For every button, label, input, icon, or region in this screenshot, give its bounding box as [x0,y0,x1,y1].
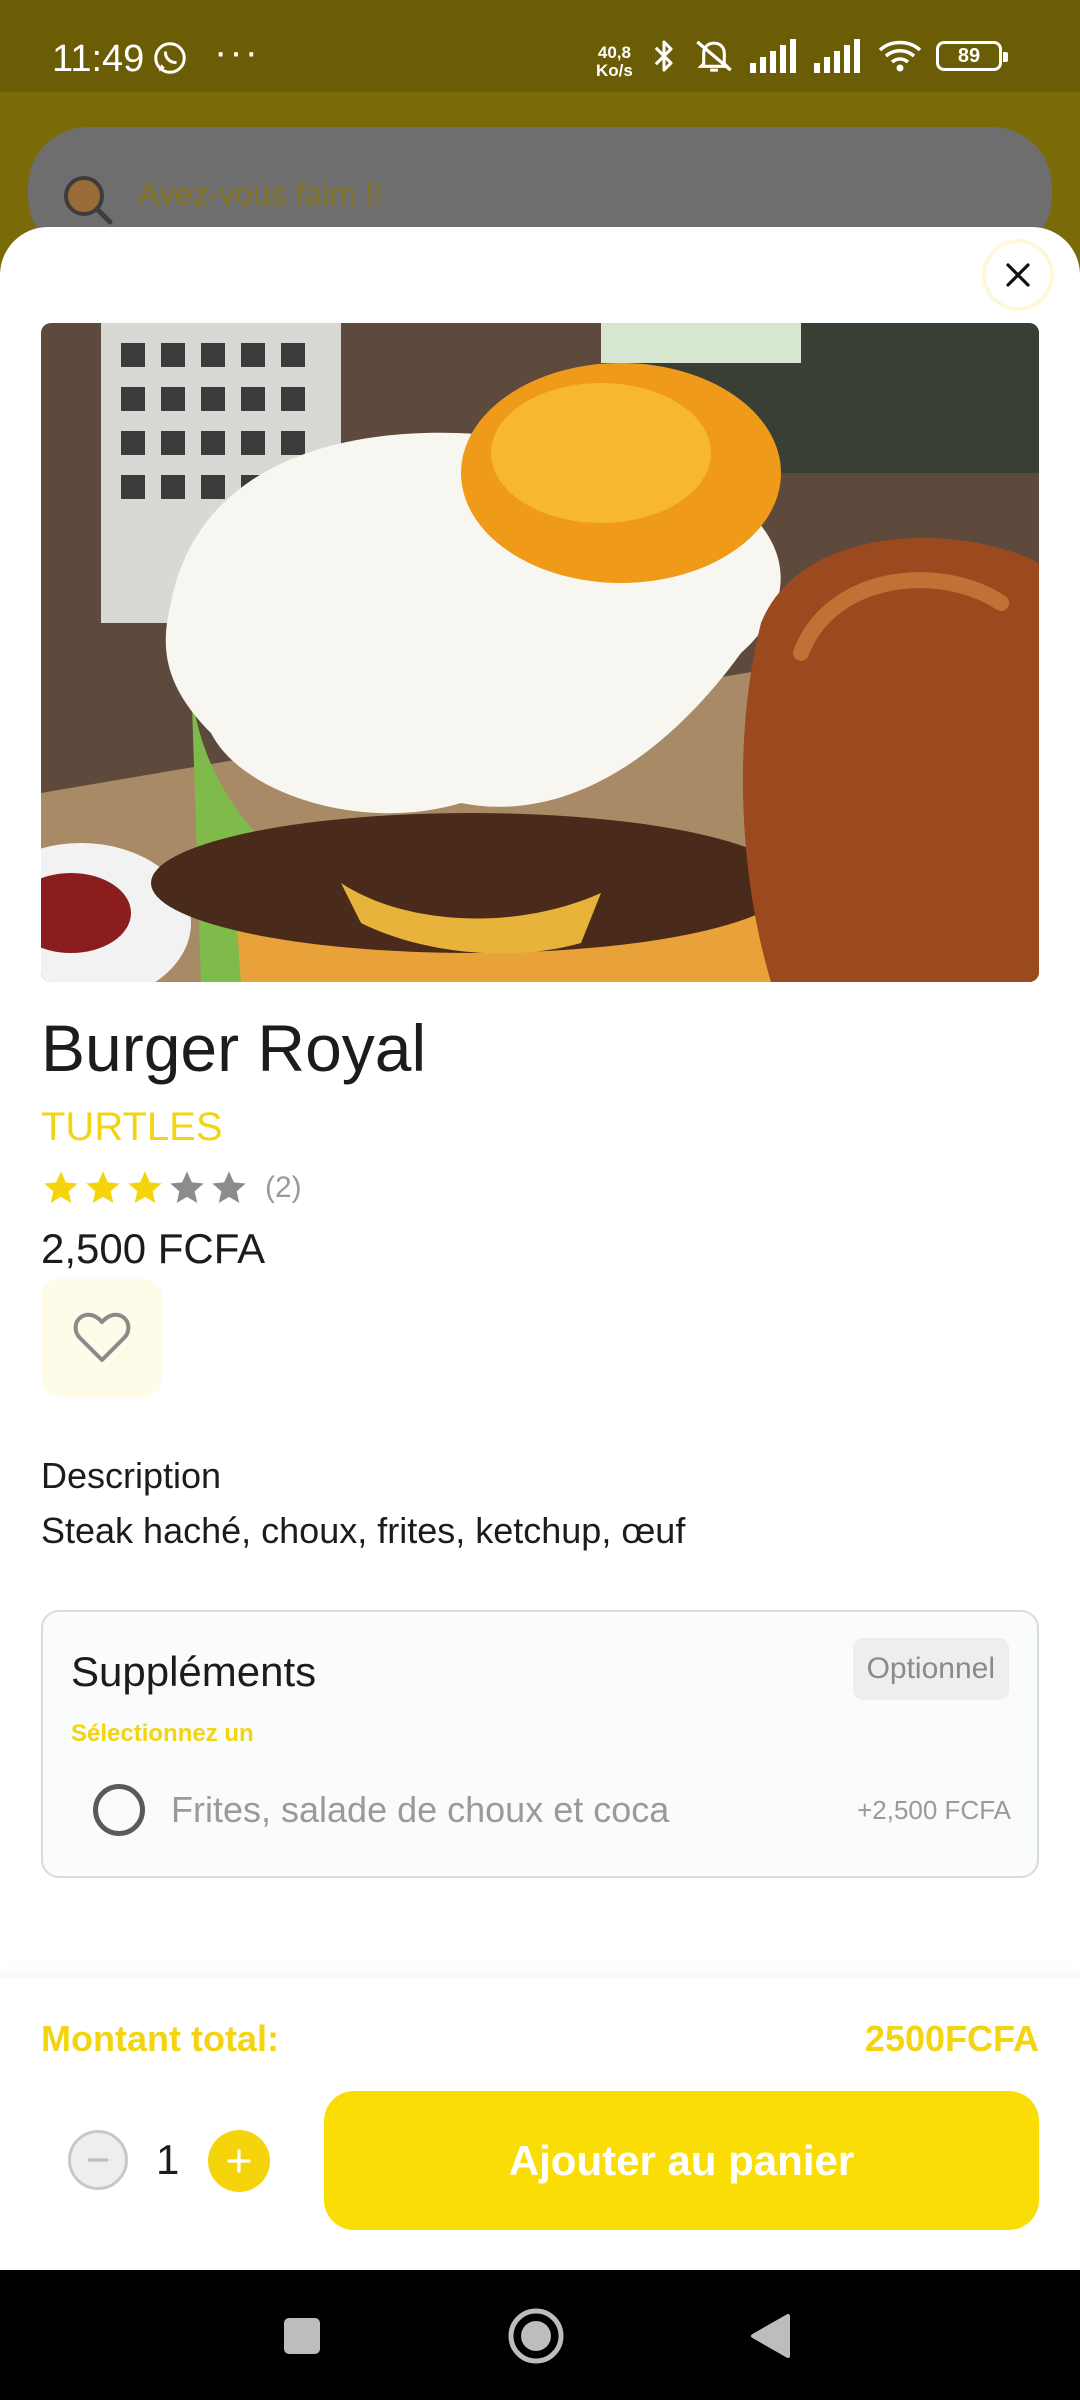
bluetooth-icon [654,40,673,72]
home-circle-icon [508,2308,564,2364]
status-bar: 11:49 ··· 40,8 Ko/s 89 [0,0,1080,92]
minus-icon [87,2158,109,2162]
network-speed-value: 40,8 [597,43,631,62]
cart-footer: Montant total: 2500FCFA 1 Ajouter au pan… [0,1978,1080,2270]
quantity-decrement-button[interactable] [68,2130,128,2190]
total-label: Montant total: [41,2018,279,2059]
back-triangle-icon [751,2314,790,2358]
battery-indicator: 89 [936,41,1008,71]
mute-bell-icon [696,40,732,72]
back-button[interactable] [740,2306,800,2366]
supplement-option[interactable]: Frites, salade de choux et coca +2,500 F… [93,1775,1011,1845]
close-icon [1006,263,1030,287]
restaurant-name[interactable]: TURTLES [41,1105,223,1150]
close-button[interactable] [986,243,1050,307]
search-icon [64,176,113,225]
product-image [41,323,1039,982]
star-icon [86,1171,120,1203]
add-to-cart-button[interactable]: Ajouter au panier [324,2091,1039,2230]
description-title: Description [41,1455,222,1496]
background-search-placeholder: Avez-vous faim !! [138,176,383,212]
star-empty-icon [170,1171,204,1203]
star-icon [128,1171,162,1203]
recents-button[interactable] [272,2306,332,2366]
plus-icon [227,2149,251,2173]
signal-icon-2 [814,39,860,73]
heart-icon [73,1312,130,1362]
supplement-radio[interactable] [93,1784,145,1836]
home-button[interactable] [506,2306,566,2366]
notification-dots: ··· [214,30,260,74]
system-navigation-bar [0,2270,1080,2400]
product-rating: (2) [41,1168,302,1208]
add-to-cart-label: Ajouter au panier [508,2136,855,2184]
square-icon [284,2318,320,2354]
supplement-option-label: Frites, salade de choux et coca [171,1789,670,1830]
star-empty-icon [212,1171,246,1203]
favorite-button[interactable] [41,1279,162,1397]
star-icon [44,1171,78,1203]
product-price: 2,500 FCFA [41,1225,266,1272]
supplements-title: Suppléments [71,1648,317,1695]
wifi-icon [878,40,922,72]
whatsapp-icon [154,42,186,74]
status-time: 11:49 [52,38,145,80]
supplements-hint: Sélectionnez un [71,1720,254,1747]
total-value: 2500FCFA [864,2018,1039,2059]
rating-count: (2) [265,1171,302,1204]
status-icons: 89 [650,38,1008,74]
quantity-value: 1 [156,2136,180,2183]
description-text: Steak haché, choux, frites, ketchup, œuf [41,1510,686,1551]
network-speed: 40,8 Ko/s [596,44,633,80]
supplements-section: Suppléments Optionnel Sélectionnez un Fr… [41,1610,1039,1878]
product-name: Burger Royal [41,1011,427,1085]
supplement-option-price: +2,500 FCFA [857,1794,1011,1825]
network-speed-unit: Ko/s [596,61,633,80]
quantity-increment-button[interactable] [208,2130,270,2192]
battery-level: 89 [957,44,981,67]
optional-badge: Optionnel [852,1638,1009,1700]
signal-icon [750,39,796,73]
